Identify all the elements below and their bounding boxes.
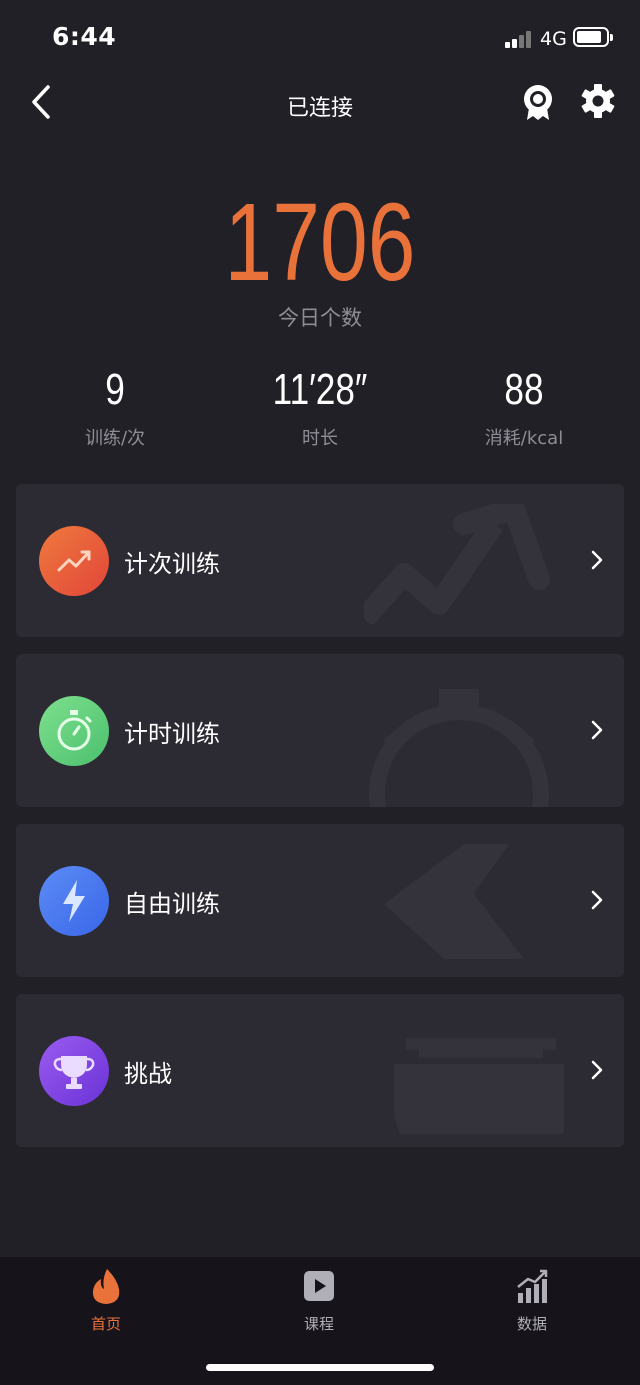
- chevron-right-icon: [591, 550, 603, 570]
- stopwatch-watermark-icon: [369, 689, 549, 807]
- card-count-training-label: 计次训练: [124, 550, 220, 578]
- signal-icon: [505, 30, 535, 48]
- stat-sessions-label: 训练/次: [84, 428, 146, 449]
- card-challenge[interactable]: 挑战: [16, 994, 624, 1147]
- today-count-value: 1706: [224, 181, 416, 304]
- lightning-icon: [39, 866, 109, 936]
- trophy-icon: [39, 1036, 109, 1106]
- play-icon: [304, 1271, 334, 1301]
- tab-data[interactable]: 数据: [472, 1267, 592, 1334]
- chevron-right-icon: [591, 720, 603, 740]
- stat-calories-value: 88: [504, 365, 544, 414]
- card-challenge-label: 挑战: [124, 1060, 172, 1088]
- home-indicator[interactable]: [206, 1364, 434, 1371]
- tab-home[interactable]: 首页: [46, 1267, 166, 1334]
- tab-courses[interactable]: 课程: [259, 1267, 379, 1334]
- stat-duration-value: 11′28″: [272, 365, 368, 414]
- trophy-watermark-icon: [394, 1038, 564, 1134]
- stat-sessions-value: 9: [105, 365, 125, 414]
- stat-sessions: 9 训练/次: [15, 368, 215, 450]
- stat-calories: 88 消耗/kcal: [424, 368, 624, 450]
- stopwatch-icon: [39, 696, 109, 766]
- gear-icon: [581, 84, 615, 118]
- network-type: 4G: [540, 28, 567, 50]
- stat-duration-label: 时长: [302, 428, 338, 449]
- achievements-button[interactable]: [521, 84, 555, 122]
- card-timed-training-label: 计时训练: [124, 720, 220, 748]
- chevron-right-icon: [591, 1060, 603, 1080]
- status-time: 6:44: [52, 22, 117, 51]
- tab-data-label: 数据: [516, 1315, 547, 1333]
- today-count-label: 今日个数: [278, 306, 362, 330]
- chevron-right-icon: [591, 890, 603, 910]
- battery-icon: [573, 27, 613, 47]
- stat-calories-label: 消耗/kcal: [484, 428, 564, 449]
- bar-chart-icon: [517, 1269, 548, 1303]
- tab-home-label: 首页: [90, 1315, 121, 1333]
- card-free-training-label: 自由训练: [124, 890, 220, 918]
- flame-icon: [92, 1269, 120, 1304]
- card-timed-training[interactable]: 计时训练: [16, 654, 624, 807]
- stat-duration: 11′28″ 时长: [220, 368, 420, 450]
- settings-button[interactable]: [581, 84, 615, 118]
- card-count-training[interactable]: 计次训练: [16, 484, 624, 637]
- medal-icon: [524, 85, 552, 120]
- tab-courses-label: 课程: [303, 1315, 334, 1333]
- lightning-watermark-icon: [384, 844, 524, 959]
- card-free-training[interactable]: 自由训练: [16, 824, 624, 977]
- trend-up-icon: [39, 526, 109, 596]
- trend-watermark-icon: [364, 504, 550, 624]
